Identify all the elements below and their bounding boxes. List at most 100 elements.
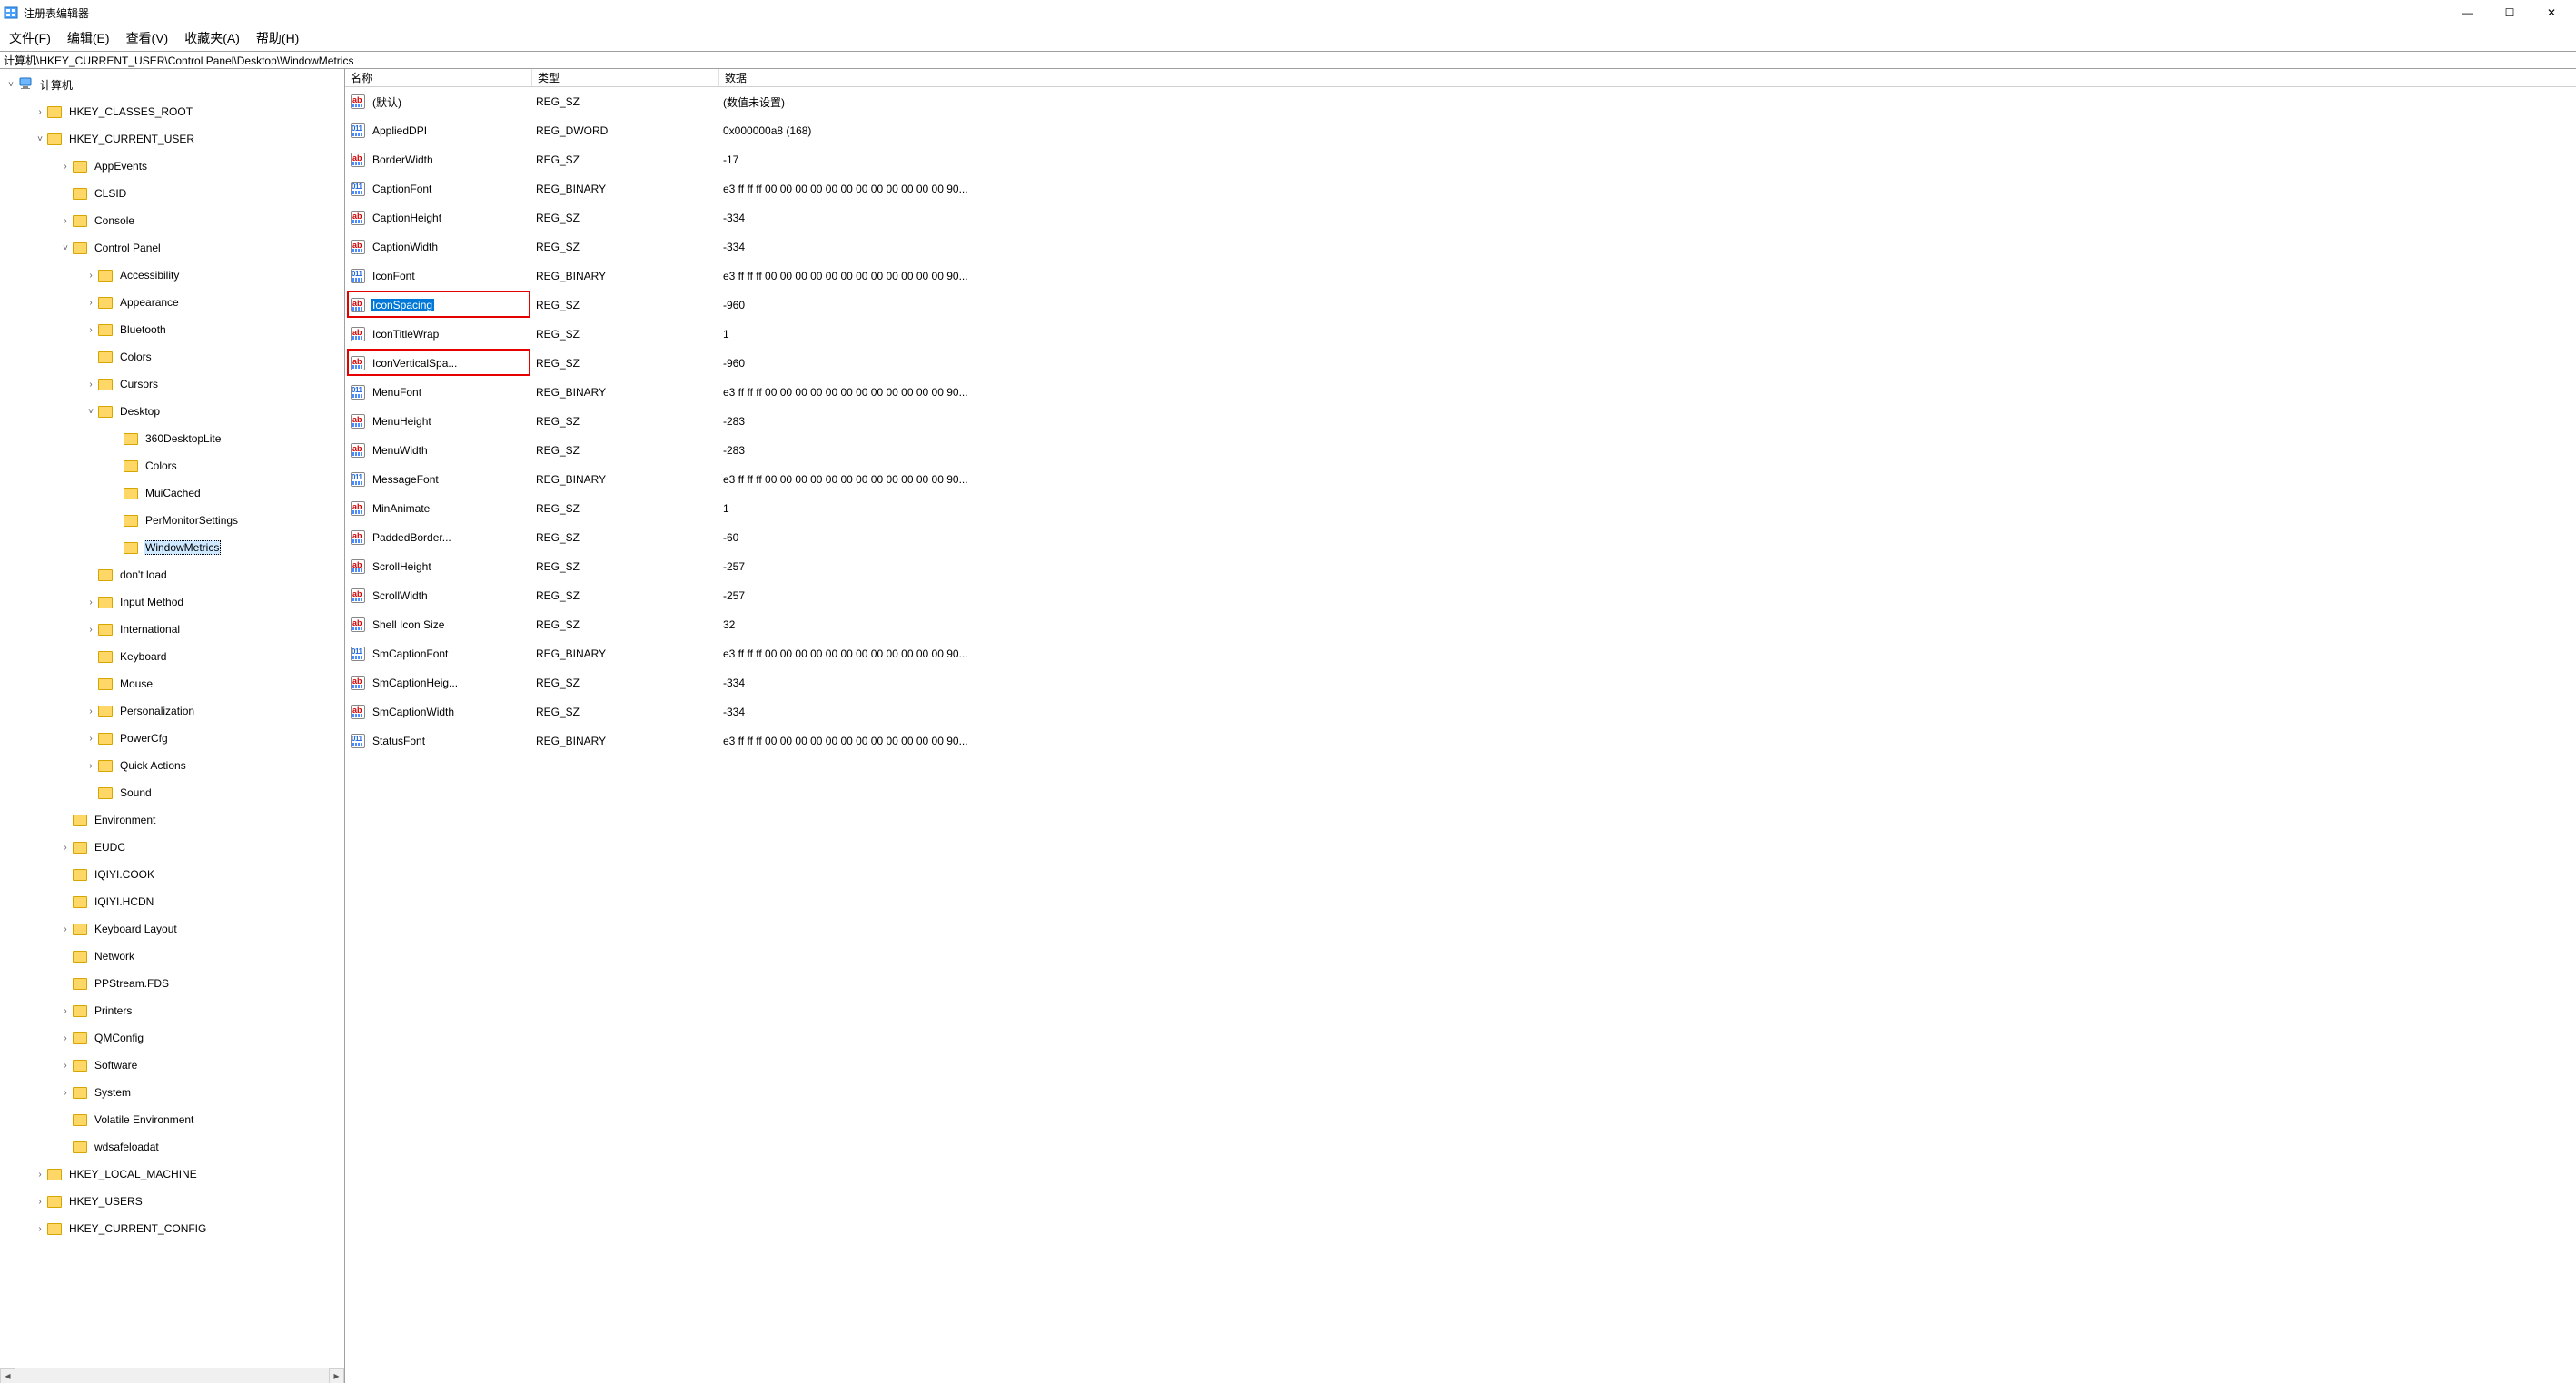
tree-item[interactable]: ›Appearance [2, 289, 344, 316]
tree-item[interactable]: ˅HKEY_CURRENT_USER [2, 125, 344, 153]
maximize-button[interactable]: ☐ [2489, 0, 2531, 25]
minimize-button[interactable]: — [2447, 0, 2489, 25]
tree-item[interactable]: ›Console [2, 207, 344, 234]
tree-item[interactable]: ›HKEY_CLASSES_ROOT [2, 98, 344, 125]
menu-favorites[interactable]: 收藏夹(A) [181, 27, 243, 49]
value-row[interactable]: MessageFontREG_BINARYe3 ff ff ff 00 00 0… [345, 465, 2576, 494]
value-row[interactable]: BorderWidthREG_SZ-17 [345, 145, 2576, 174]
value-row[interactable]: IconSpacingREG_SZ-960 [345, 291, 2576, 320]
scroll-left-button[interactable]: ◂ [0, 1368, 15, 1383]
expand-toggle-icon[interactable]: › [85, 271, 96, 281]
tree-item[interactable]: ˅Control Panel [2, 234, 344, 262]
tree-item[interactable]: ›Quick Actions [2, 752, 344, 779]
value-row[interactable]: CaptionFontREG_BINARYe3 ff ff ff 00 00 0… [345, 174, 2576, 203]
value-row[interactable]: SmCaptionHeig...REG_SZ-334 [345, 668, 2576, 697]
menu-view[interactable]: 查看(V) [123, 27, 173, 49]
tree-item[interactable]: ›wdsafeloadat [2, 1133, 344, 1161]
expand-toggle-icon[interactable]: › [60, 162, 71, 172]
value-row[interactable]: MinAnimateREG_SZ1 [345, 494, 2576, 523]
address-bar[interactable]: 计算机\HKEY_CURRENT_USER\Control Panel\Desk… [0, 51, 2576, 69]
value-row[interactable]: CaptionHeightREG_SZ-334 [345, 203, 2576, 232]
value-row[interactable]: IconTitleWrapREG_SZ1 [345, 320, 2576, 349]
value-row[interactable]: SmCaptionWidthREG_SZ-334 [345, 697, 2576, 726]
expand-toggle-icon[interactable]: ˅ [60, 243, 71, 253]
tree-item[interactable]: ›MuiCached [2, 479, 344, 507]
expand-toggle-icon[interactable]: › [60, 924, 71, 934]
expand-toggle-icon[interactable]: › [60, 216, 71, 226]
tree-item[interactable]: ›Colors [2, 452, 344, 479]
tree-item[interactable]: ›PerMonitorSettings [2, 507, 344, 534]
tree-item[interactable]: ›CLSID [2, 180, 344, 207]
expand-toggle-icon[interactable]: › [85, 598, 96, 608]
expand-toggle-icon[interactable]: › [35, 1170, 45, 1180]
tree-item[interactable]: ›International [2, 616, 344, 643]
tree-horizontal-scrollbar[interactable]: ◂ ▸ [0, 1368, 344, 1383]
tree-item[interactable]: ›Personalization [2, 697, 344, 725]
expand-toggle-icon[interactable]: ˅ [85, 407, 96, 417]
value-row[interactable]: IconVerticalSpa...REG_SZ-960 [345, 349, 2576, 378]
expand-toggle-icon[interactable]: › [35, 107, 45, 117]
value-row[interactable]: PaddedBorder...REG_SZ-60 [345, 523, 2576, 552]
value-row[interactable]: MenuFontREG_BINARYe3 ff ff ff 00 00 00 0… [345, 378, 2576, 407]
tree-item[interactable]: ›don't load [2, 561, 344, 588]
tree-item[interactable]: ›IQIYI.HCDN [2, 888, 344, 915]
tree-item[interactable]: ›HKEY_LOCAL_MACHINE [2, 1161, 344, 1188]
expand-toggle-icon[interactable]: › [85, 761, 96, 771]
expand-toggle-icon[interactable]: › [60, 843, 71, 853]
value-row[interactable]: ScrollHeightREG_SZ-257 [345, 552, 2576, 581]
expand-toggle-icon[interactable]: › [85, 625, 96, 635]
value-row[interactable]: CaptionWidthREG_SZ-334 [345, 232, 2576, 262]
expand-toggle-icon[interactable]: ˅ [5, 80, 16, 90]
value-row[interactable]: IconFontREG_BINARYe3 ff ff ff 00 00 00 0… [345, 262, 2576, 291]
value-row[interactable]: MenuHeightREG_SZ-283 [345, 407, 2576, 436]
tree-item[interactable]: ›Software [2, 1052, 344, 1079]
expand-toggle-icon[interactable]: › [35, 1197, 45, 1207]
expand-toggle-icon[interactable]: › [85, 706, 96, 716]
expand-toggle-icon[interactable]: › [60, 1033, 71, 1043]
tree-item[interactable]: ›Keyboard [2, 643, 344, 670]
value-row[interactable]: AppliedDPIREG_DWORD0x000000a8 (168) [345, 116, 2576, 145]
tree-item[interactable]: ›AppEvents [2, 153, 344, 180]
tree-item[interactable]: ›System [2, 1079, 344, 1106]
menu-file[interactable]: 文件(F) [5, 27, 54, 49]
expand-toggle-icon[interactable]: › [35, 1224, 45, 1234]
tree-item[interactable]: ›IQIYI.COOK [2, 861, 344, 888]
expand-toggle-icon[interactable]: › [60, 1006, 71, 1016]
column-header-type[interactable]: 类型 [532, 69, 719, 86]
value-row[interactable]: StatusFontREG_BINARYe3 ff ff ff 00 00 00… [345, 726, 2576, 756]
tree-item[interactable]: ›Cursors [2, 370, 344, 398]
tree-item[interactable]: ›PowerCfg [2, 725, 344, 752]
value-row[interactable]: ScrollWidthREG_SZ-257 [345, 581, 2576, 610]
expand-toggle-icon[interactable]: › [85, 734, 96, 744]
value-row[interactable]: Shell Icon SizeREG_SZ32 [345, 610, 2576, 639]
value-row[interactable]: MenuWidthREG_SZ-283 [345, 436, 2576, 465]
close-button[interactable]: ✕ [2531, 0, 2572, 25]
tree-body[interactable]: ˅计算机›HKEY_CLASSES_ROOT˅HKEY_CURRENT_USER… [0, 69, 344, 1368]
tree-item[interactable]: ›HKEY_USERS [2, 1188, 344, 1215]
expand-toggle-icon[interactable]: ˅ [35, 134, 45, 144]
expand-toggle-icon[interactable]: › [85, 298, 96, 308]
tree-item[interactable]: ›EUDC [2, 834, 344, 861]
tree-item[interactable]: ›Environment [2, 806, 344, 834]
scroll-right-button[interactable]: ▸ [329, 1368, 344, 1383]
tree-item[interactable]: ›360DesktopLite [2, 425, 344, 452]
tree-item[interactable]: ˅Desktop [2, 398, 344, 425]
tree-item[interactable]: ›WindowMetrics [2, 534, 344, 561]
tree-item[interactable]: ›HKEY_CURRENT_CONFIG [2, 1215, 344, 1242]
expand-toggle-icon[interactable]: › [85, 325, 96, 335]
tree-item[interactable]: ›Accessibility [2, 262, 344, 289]
expand-toggle-icon[interactable]: › [85, 380, 96, 390]
menu-edit[interactable]: 编辑(E) [64, 27, 114, 49]
tree-item[interactable]: ›Network [2, 943, 344, 970]
menu-help[interactable]: 帮助(H) [253, 27, 302, 49]
expand-toggle-icon[interactable]: › [60, 1061, 71, 1071]
tree-item[interactable]: ›PPStream.FDS [2, 970, 344, 997]
value-row[interactable]: (默认)REG_SZ(数值未设置) [345, 87, 2576, 116]
tree-item[interactable]: ›Keyboard Layout [2, 915, 344, 943]
value-row[interactable]: SmCaptionFontREG_BINARYe3 ff ff ff 00 00… [345, 639, 2576, 668]
column-header-data[interactable]: 数据 [719, 69, 1192, 86]
tree-item[interactable]: ›Sound [2, 779, 344, 806]
tree-item[interactable]: ›QMConfig [2, 1024, 344, 1052]
tree-item[interactable]: ›Printers [2, 997, 344, 1024]
expand-toggle-icon[interactable]: › [60, 1088, 71, 1098]
